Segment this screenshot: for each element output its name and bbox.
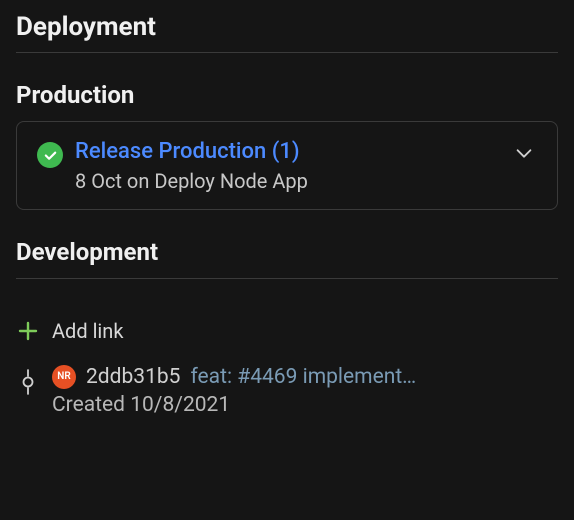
commit-hash[interactable]: 2ddb31b5 <box>86 365 180 389</box>
release-title[interactable]: Release Production (1) <box>75 138 499 167</box>
divider <box>16 52 558 53</box>
release-subtitle: 8 Oct on Deploy Node App <box>75 169 499 193</box>
commit-body: NR 2ddb31b5 feat: #4469 implement… Creat… <box>52 365 556 417</box>
avatar: NR <box>52 365 76 389</box>
commit-node-icon <box>18 369 38 395</box>
chevron-down-icon[interactable] <box>511 140 537 166</box>
production-heading: Production <box>16 81 558 109</box>
release-text-block: Release Production (1) 8 Oct on Deploy N… <box>75 138 499 193</box>
add-link-label: Add link <box>52 319 123 343</box>
deployment-heading: Deployment <box>16 12 558 42</box>
development-heading: Development <box>16 238 558 266</box>
release-card[interactable]: Release Production (1) 8 Oct on Deploy N… <box>16 121 558 210</box>
add-link-button[interactable]: Add link <box>16 307 558 361</box>
plus-icon <box>18 321 38 341</box>
commit-row[interactable]: NR 2ddb31b5 feat: #4469 implement… Creat… <box>16 361 558 421</box>
commit-created-label: Created 10/8/2021 <box>52 393 556 417</box>
commit-message[interactable]: feat: #4469 implement… <box>190 365 416 389</box>
success-check-icon <box>37 142 63 168</box>
divider <box>16 278 558 279</box>
